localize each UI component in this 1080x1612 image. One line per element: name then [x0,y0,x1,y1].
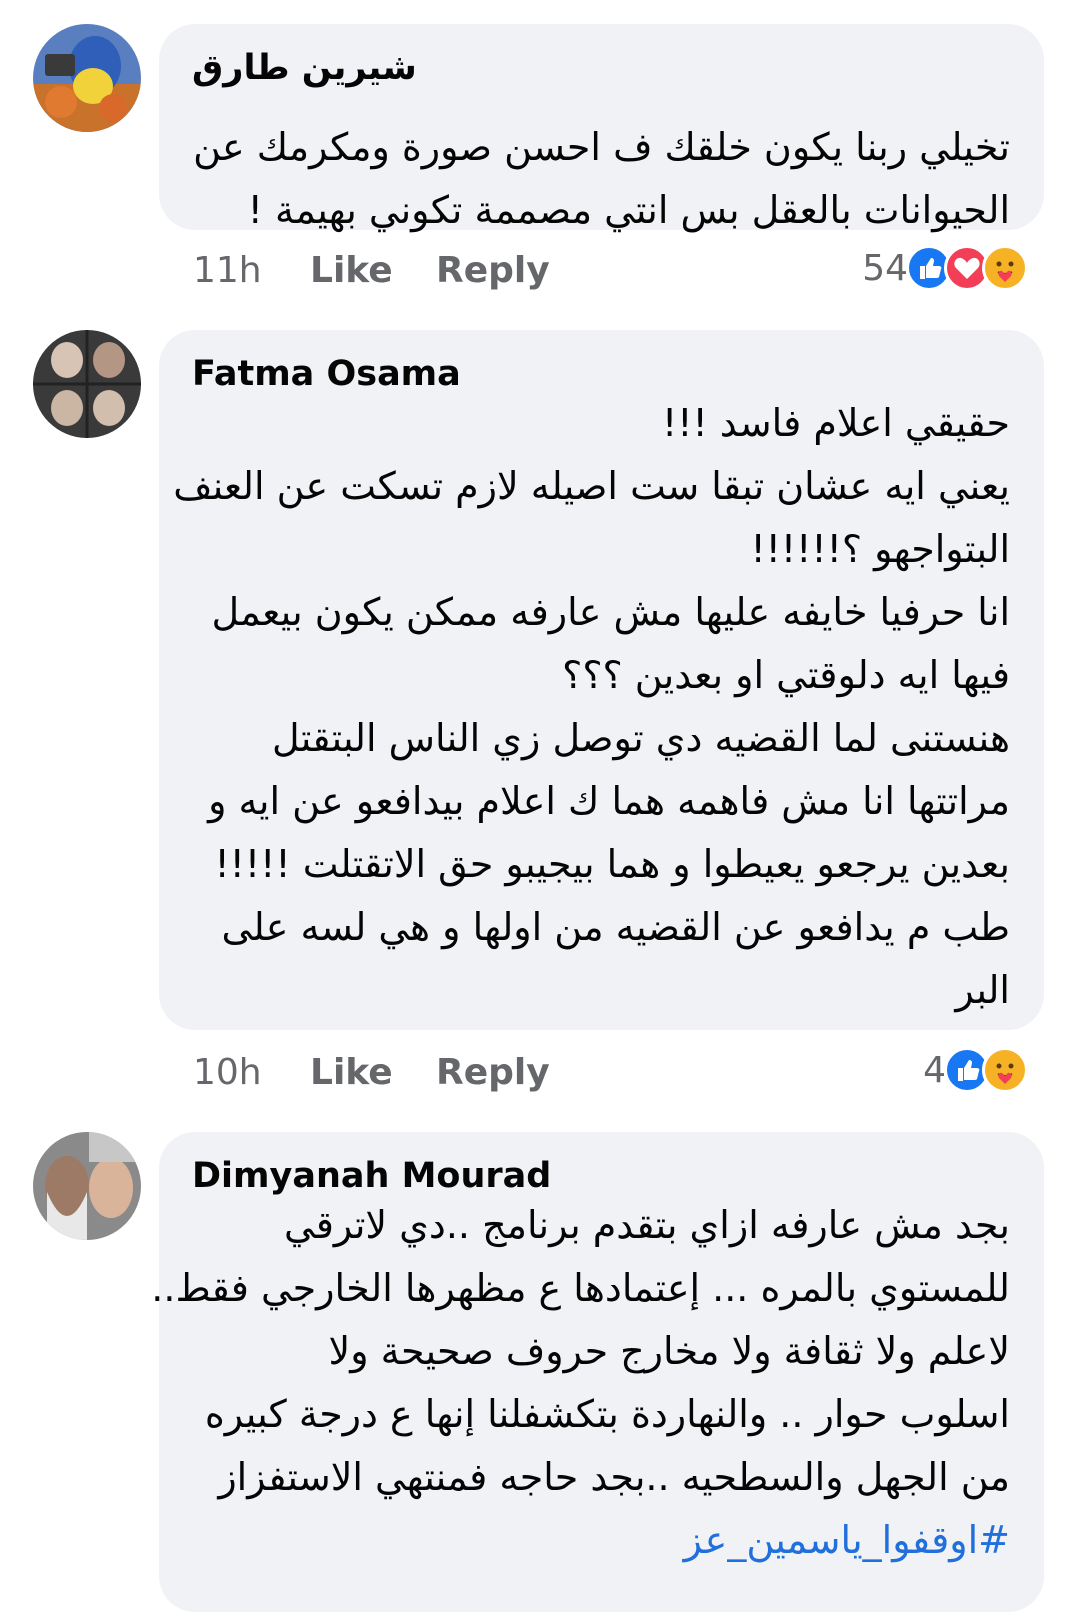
avatar[interactable] [33,330,141,438]
comment-line: بعدين يرجعو يعيطوا و هما بيجيبو حق الاتق… [214,842,1010,886]
comment-author[interactable]: شيرين طارق [192,48,417,88]
comment-text: بجد مش عارفه ازاي بتقدم برنامج ..دي لاتر… [151,1194,1010,1572]
comment-line: لاعلم ولا ثقافة ولا مخارج حروف صحيحة ولا [328,1329,1010,1373]
comment-text: حقيقي اعلام فاسد !!! يعني ايه عشان تبقا … [173,392,1010,1022]
comment-line: مراتتها انا مش فاهمه هما ك اعلام بيدافعو… [208,779,1010,823]
avatar[interactable] [33,24,141,132]
comment-timestamp[interactable]: 10h [193,1052,310,1093]
reaction-count: 4 [923,1049,946,1091]
care-icon [982,1047,1028,1093]
comment-line: تخيلي ربنا يكون خلقك ف احسن صورة ومكرمك … [193,125,1010,169]
comment-line: البر [955,968,1010,1012]
comment-actions: 11h Like Reply [193,250,550,291]
reactions-summary[interactable]: 54 [862,245,1028,291]
avatar[interactable] [33,1132,141,1240]
comment-line: انا حرفيا خايفه عليها مش عارفه ممكن يكون… [211,590,1010,634]
comment-bubble: Fatma Osama حقيقي اعلام فاسد !!! يعني اي… [159,330,1044,1030]
reaction-count: 54 [862,247,908,289]
comment-line: اسلوب حوار .. والنهاردة بتكشفلنا إنها ع … [204,1392,1010,1436]
comment-line: بجد مش عارفه ازاي بتقدم برنامج ..دي لاتر… [284,1203,1010,1247]
reply-button[interactable]: Reply [436,1052,550,1093]
comment-actions: 10h Like Reply [193,1052,550,1093]
comment-line: فيها ايه دلوقتي او بعدين ؟؟؟ [562,653,1010,697]
comment-timestamp[interactable]: 11h [193,250,310,291]
reply-button[interactable]: Reply [436,250,550,291]
comment-line: حقيقي اعلام فاسد !!! [662,401,1010,445]
comment-author[interactable]: Dimyanah Mourad [192,1156,551,1196]
reactions-summary[interactable]: 4 [923,1047,1028,1093]
care-icon [982,245,1028,291]
comment-line: طب م يدافعو عن القضيه من اولها و هي لسه … [221,905,1010,949]
comment-line: للمستوي بالمره ... إعتمادها ع مظهرها الخ… [151,1266,1010,1310]
comment-bubble: Dimyanah Mourad بجد مش عارفه ازاي بتقدم … [151,1132,1044,1612]
hashtag-link[interactable]: #اوقفوا_ياسمين_عز [189,1509,1010,1572]
comment-line: من الجهل والسطحيه ..بجد حاجه فمنتهي الاس… [218,1455,1010,1499]
comment-line: هنستنى لما القضيه دي توصل زي الناس البتق… [272,716,1010,760]
like-button[interactable]: Like [310,1052,436,1093]
like-button[interactable]: Like [310,250,436,291]
comment-author[interactable]: Fatma Osama [192,354,461,394]
comment-text: تخيلي ربنا يكون خلقك ف احسن صورة ومكرمك … [189,116,1010,242]
comment-line: البتواجهو ؟!!!!!! [750,527,1010,571]
comment-line: يعني ايه عشان تبقا ست اصيله لازم تسكت عن… [173,464,1010,508]
comment-bubble: شيرين طارق تخيلي ربنا يكون خلقك ف احسن ص… [159,24,1044,232]
comment-line: الحيوانات بالعقل بس انتي مصممة تكوني بهي… [247,188,1010,232]
